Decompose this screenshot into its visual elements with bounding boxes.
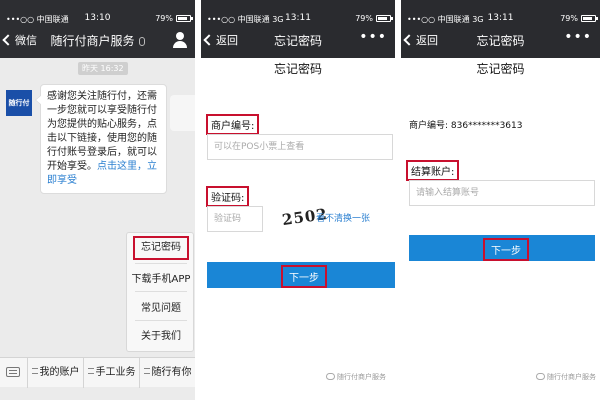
phone-wechat-chat: •••○○ 中国联通 13:10 79% 微信 随行付商户服务 昨天 16:32… [0,0,195,400]
battery-icon [581,15,598,22]
settlement-account-label: 结算账户: [406,160,460,181]
menu-item-faq[interactable]: 常见问题 [127,299,195,314]
menu-item-forgot-password[interactable]: 忘记密码 [133,236,189,260]
tab-my-account[interactable]: 我的账户 [27,358,83,388]
menu-lines-icon [87,368,94,374]
merchant-id-label: 商户编号: [206,114,260,135]
captcha-input[interactable] [207,206,263,232]
service-menu-popup: 忘记密码 下载手机APP 常见问题 关于我们 [126,232,194,352]
nav-bar: 微信 随行付商户服务 [0,26,195,58]
next-button-label: 下一步 [483,238,529,261]
footer-brand-text: 随行付商户服务 [547,373,596,381]
status-bar-top [0,0,195,12]
captcha-label: 验证码: [206,186,250,207]
mute-icon [138,37,145,46]
avatar[interactable]: 随行付 [6,90,32,116]
next-button-label: 下一步 [281,265,327,288]
page-title: 忘记密码 [476,62,525,76]
menu-item-about-us[interactable]: 关于我们 [127,327,195,342]
battery-icon [176,15,193,22]
merchant-id-input[interactable] [207,134,393,160]
phone-forgot-password-step1: •••○○ 中国联通 3G 13:11 79% 返回 忘记密码 ••• 忘记密码… [201,0,395,400]
side-tab [170,95,195,131]
menu-lines-icon [143,368,150,374]
message-text: 感谢您关注随行付，还需一步您就可以享受随行付为您提供的贴心服务，点击以下链接，使… [47,91,157,172]
profile-icon[interactable] [173,32,187,48]
keyboard-icon[interactable] [6,367,20,377]
status-bar-top [401,0,600,12]
tab-manual-business-label: 手工业务 [95,367,136,378]
tab-my-account-label: 我的账户 [39,367,80,378]
more-icon[interactable]: ••• [359,29,387,45]
status-bar: •••○○ 中国联通 13:10 79% [0,12,195,26]
settlement-account-input[interactable] [409,180,595,206]
chat-title: 随行付商户服务 [0,32,195,49]
status-bar-top [201,0,395,12]
menu-lines-icon [31,368,38,374]
tab-manual-business[interactable]: 手工业务 [83,358,139,388]
battery-percent: 79% [560,14,578,23]
battery-percent: 79% [355,14,373,23]
status-bar: •••○○ 中国联通 3G 13:11 79% [401,12,600,26]
next-button[interactable]: 下一步 [207,262,395,288]
next-button[interactable]: 下一步 [409,235,595,261]
chat-timestamp: 昨天 16:32 [78,62,128,75]
wechat-icon [326,373,335,380]
wechat-icon [536,373,545,380]
refresh-captcha-link[interactable]: 看不清换一张 [316,211,370,224]
chat-title-text: 随行付商户服务 [50,34,135,48]
footer-brand: 随行付商户服务 [536,372,596,382]
nav-bar: 返回 忘记密码 ••• [201,26,395,58]
more-icon[interactable]: ••• [564,29,592,45]
page-title: 忘记密码 [273,62,322,76]
nav-bar: 返回 忘记密码 ••• [401,26,600,58]
message-bubble: 感谢您关注随行付，还需一步您就可以享受随行付为您提供的贴心服务，点击以下链接，使… [35,84,167,194]
phone-forgot-password-step2: •••○○ 中国联通 3G 13:11 79% 返回 忘记密码 ••• 忘记密码… [401,0,600,400]
footer-brand-text: 随行付商户服务 [337,373,386,381]
tab-with-you[interactable]: 随行有你 [139,358,195,388]
chat-menu-bar: 我的账户 手工业务 随行有你 [0,357,195,388]
status-bar: •••○○ 中国联通 3G 13:11 79% [201,12,395,26]
footer-brand: 随行付商户服务 [326,372,386,382]
battery-percent: 79% [155,14,173,23]
tab-with-you-label: 随行有你 [151,367,192,378]
battery-icon [376,15,393,22]
merchant-id-display: 商户编号: 836*******3613 [409,121,523,131]
menu-item-download-app[interactable]: 下载手机APP [127,270,195,285]
